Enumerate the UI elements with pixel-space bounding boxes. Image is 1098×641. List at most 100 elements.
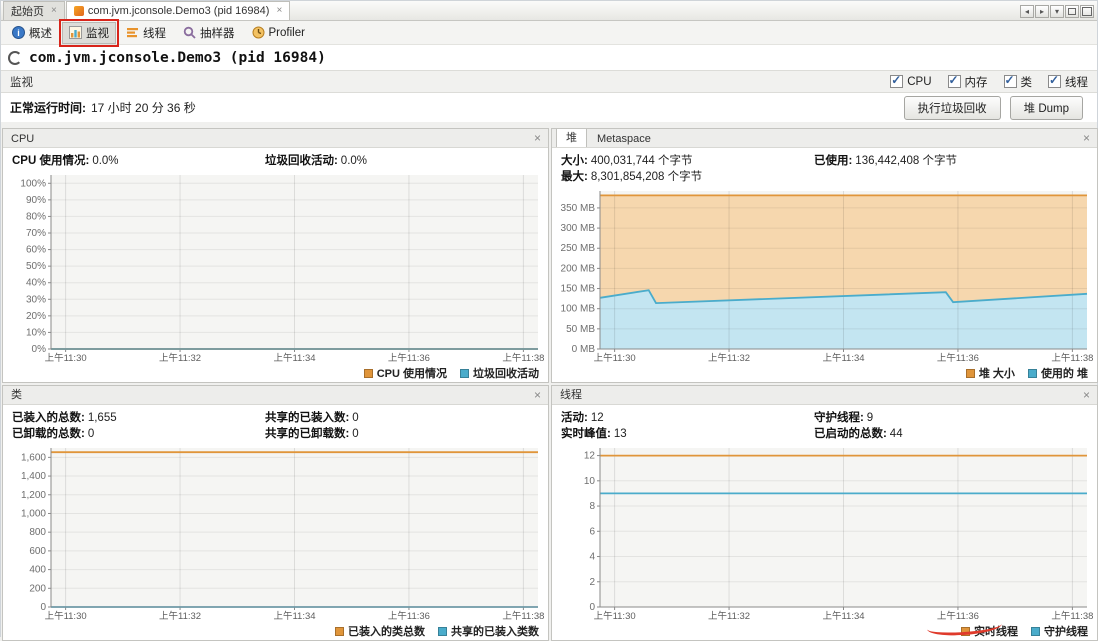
checkbox-label: 内存 [965, 74, 988, 90]
svg-text:上午11:30: 上午11:30 [45, 610, 87, 622]
stat-value: 8,301,854,208 个字节 [591, 171, 702, 183]
tab-list-icon[interactable]: ▾ [1050, 5, 1064, 18]
panel-tab-heap-1[interactable]: Metaspace [587, 131, 661, 147]
panel-title-threads: 线程 [556, 386, 586, 404]
legend-swatch-orange [335, 627, 344, 636]
monitor-icon [69, 26, 82, 39]
svg-text:70%: 70% [26, 228, 46, 239]
restore-window-icon[interactable] [1065, 5, 1079, 18]
svg-text:300 MB: 300 MB [561, 223, 596, 234]
tab-label: 起始页 [11, 3, 44, 19]
panel-title-classes: 类 [7, 386, 26, 404]
legend-label: 垃圾回收活动 [473, 365, 539, 381]
svg-text:350 MB: 350 MB [561, 203, 596, 214]
svg-text:200 MB: 200 MB [561, 263, 596, 274]
stat-value: 9 [867, 412, 873, 424]
monitor-button[interactable]: 监视 [62, 22, 116, 44]
svg-text:1,600: 1,600 [21, 452, 46, 463]
svg-text:上午11:34: 上午11:34 [822, 352, 864, 364]
tab-close-icon[interactable]: × [51, 6, 57, 16]
stat-line: 已启动的总数:44 [814, 426, 1067, 442]
svg-text:上午11:32: 上午11:32 [708, 610, 750, 622]
checkbox-threads[interactable]: 线程 [1048, 74, 1088, 90]
stat-column: 已使用:136,442,408 个字节 [814, 153, 1067, 185]
panel-tab-heap-0[interactable]: 堆 [556, 128, 587, 147]
svg-text:50 MB: 50 MB [566, 324, 595, 335]
stat-value: 1,655 [88, 412, 117, 424]
tab-application[interactable]: com.jvm.jconsole.Demo3 (pid 16984) × [66, 1, 290, 20]
checkbox-label: CPU [907, 76, 931, 88]
checkbox-memory[interactable]: 内存 [948, 74, 988, 90]
svg-text:上午11:30: 上午11:30 [594, 352, 636, 364]
stat-label: 最大: [561, 171, 588, 183]
heap-dump-button[interactable]: 堆 Dump [1010, 96, 1083, 120]
svg-text:90%: 90% [26, 195, 46, 206]
stat-line: 实时峰值:13 [561, 426, 814, 442]
tab-start-page[interactable]: 起始页 × [3, 1, 65, 20]
legend-item: CPU 使用情况 [364, 365, 447, 381]
svg-text:200: 200 [29, 583, 46, 594]
stat-line: 已卸载的总数:0 [12, 426, 265, 442]
stat-line: 大小:400,031,744 个字节 [561, 153, 814, 169]
legend-swatch-orange [364, 369, 373, 378]
svg-text:12: 12 [584, 451, 596, 462]
overview-label: 概述 [29, 25, 52, 41]
panel-stats-classes: 已装入的总数:1,655已卸载的总数:0共享的已装入数:0共享的已卸载数:0 [3, 405, 548, 443]
threads-label: 线程 [143, 25, 166, 41]
stat-value: 0.0% [92, 155, 118, 167]
stat-column: 守护线程:9 已启动的总数:44 [814, 410, 1067, 442]
stat-label: 已装入的总数: [12, 412, 85, 424]
legend-cpu: CPU 使用情况 垃圾回收活动 [3, 364, 548, 382]
panel-close-icon[interactable]: × [531, 388, 544, 404]
stat-column: 活动:12实时峰值:13 [561, 410, 814, 442]
panel-close-icon[interactable]: × [1080, 388, 1093, 404]
legend-label: 使用的 堆 [1041, 365, 1088, 381]
svg-text:上午11:36: 上午11:36 [937, 610, 979, 622]
svg-text:2: 2 [589, 577, 595, 588]
chart-cpu: 100%90%80%70%60%50%40%30%20%10%0%上午11:30… [3, 170, 548, 364]
action-buttons: 执行垃圾回收 堆 Dump [904, 96, 1088, 120]
stat-line: 共享的已卸载数:0 [265, 426, 518, 442]
page-title: com.jvm.jconsole.Demo3 (pid 16984) [29, 50, 326, 66]
panel-heap: 堆Metaspace × 大小:400,031,744 个字节最大:8,301,85… [551, 128, 1098, 383]
toolbar: i 概述 监视 线程 抽样器 Profiler [1, 21, 1097, 45]
svg-text:上午11:30: 上午11:30 [594, 610, 636, 622]
panel-header-classes: 类× [3, 386, 548, 405]
panel-cpu: CPU×CPU 使用情况:0.0%垃圾回收活动:0.0%100%90%80%70… [2, 128, 549, 383]
stat-value: 0.0% [341, 155, 367, 167]
svg-text:上午11:34: 上午11:34 [273, 610, 315, 622]
threads-button[interactable]: 线程 [119, 22, 173, 44]
maximize-window-icon[interactable] [1080, 5, 1094, 18]
stat-label: 守护线程: [814, 412, 864, 424]
svg-text:8: 8 [589, 501, 595, 512]
tab-close-icon[interactable]: × [276, 6, 282, 16]
svg-text:上午11:34: 上午11:34 [273, 352, 315, 364]
checkbox-classes[interactable]: 类 [1004, 74, 1033, 90]
svg-text:1,000: 1,000 [21, 508, 46, 519]
perform-gc-button[interactable]: 执行垃圾回收 [904, 96, 1001, 120]
legend-item: 垃圾回收活动 [460, 365, 539, 381]
panel-close-icon[interactable]: × [531, 131, 544, 147]
svg-text:6: 6 [589, 526, 595, 537]
svg-text:600: 600 [29, 546, 46, 557]
tab-scroll-right-icon[interactable]: ▸ [1035, 5, 1049, 18]
svg-text:上午11:38: 上午11:38 [502, 610, 544, 622]
profiler-button[interactable]: Profiler [245, 23, 312, 42]
tab-scroll-left-icon[interactable]: ◂ [1020, 5, 1034, 18]
svg-text:50%: 50% [26, 261, 46, 272]
sampler-label: 抽样器 [200, 25, 235, 41]
legend-threads: 实时线程守护线程 [552, 622, 1097, 640]
stat-value: 400,031,744 个字节 [591, 155, 693, 167]
panel-close-icon[interactable]: × [1080, 131, 1093, 147]
svg-text:上午11:38: 上午11:38 [1051, 610, 1093, 622]
monitor-section-bar: 监视 CPU 内存 类 线程 [1, 70, 1097, 93]
sampler-button[interactable]: 抽样器 [176, 22, 242, 44]
overview-button[interactable]: i 概述 [5, 22, 59, 44]
charts-grid: CPU×CPU 使用情况:0.0%垃圾回收活动:0.0%100%90%80%70… [1, 122, 1097, 641]
legend-classes: 已装入的类总数共享的已装入类数 [3, 622, 548, 640]
stat-line: 垃圾回收活动:0.0% [265, 153, 518, 169]
stat-label: 已使用: [814, 155, 852, 167]
profiler-icon [252, 26, 265, 39]
checkbox-cpu[interactable]: CPU [890, 74, 931, 90]
stat-line: CPU 使用情况:0.0% [12, 153, 265, 169]
